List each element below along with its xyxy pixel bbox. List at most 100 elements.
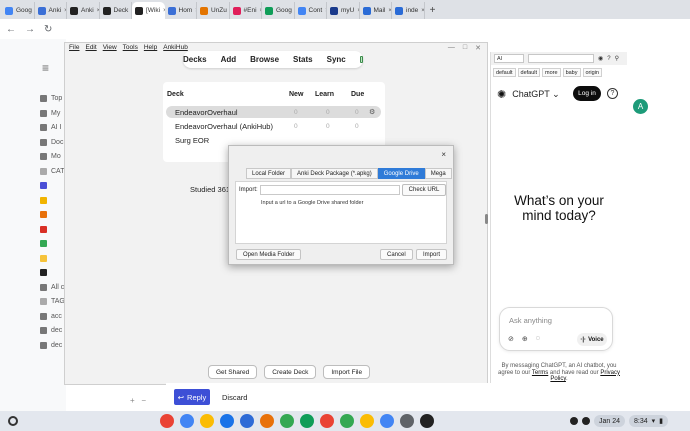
sidebar-item[interactable]: My [40,109,60,117]
sidebar-item[interactable] [40,182,51,189]
sync-status-icon[interactable] [359,56,363,63]
browser-tab[interactable]: Deck× [100,2,132,19]
deck-row[interactable]: EndeavorOverhaul 0 0 0 ⚙ [166,106,381,118]
sidebar-item[interactable]: Doc [40,138,63,146]
bulb-icon[interactable]: ◌ [536,335,540,343]
pin-icon[interactable]: ⚲ [615,55,619,62]
discard-button[interactable]: Discard [222,393,247,402]
shelf-app-icon[interactable] [340,414,354,428]
shelf-app-icon[interactable] [320,414,334,428]
help-icon[interactable]: ? [607,88,618,99]
sidebar-item[interactable]: CAT [40,167,64,175]
sidebar-item[interactable]: All c [40,283,64,291]
deck-name[interactable]: Surg EOR [175,136,209,145]
deck-name[interactable]: EndeavorOverhaul [175,108,238,117]
browser-tab[interactable]: Anki× [35,2,67,19]
shelf-app-icon[interactable] [220,414,234,428]
menu-view[interactable]: View [103,44,117,51]
import-button[interactable]: Import [416,249,448,260]
sidebar-item[interactable] [40,240,51,247]
sidebar-item[interactable]: Top [40,95,62,102]
browser-tab[interactable]: #Eni× [230,2,262,19]
new-tab-button[interactable]: + [425,2,441,19]
shelf-app-icon[interactable] [400,414,414,428]
import-url-input[interactable] [260,185,400,195]
sync-button[interactable]: Sync [327,55,346,64]
scrollbar-handle[interactable] [485,214,488,224]
browser-tab[interactable]: inde × [392,2,425,19]
cancel-button[interactable]: Cancel [380,249,413,260]
deck-options-gear-icon[interactable]: ⚙ [369,108,375,116]
decks-button[interactable]: Decks [183,55,207,64]
sidebar-item[interactable] [40,211,51,218]
sidebar-item[interactable] [40,196,51,204]
prompt-tag[interactable]: baby [562,68,581,77]
check-url-button[interactable]: Check URL [402,184,446,196]
menu-file[interactable]: File [69,44,79,51]
sidebar-item[interactable]: TAG [40,298,65,305]
maximize-icon[interactable]: □ [463,44,467,52]
settings-icon[interactable]: ◉ [598,55,603,62]
prompt-tag[interactable]: more [542,68,561,77]
date-pill[interactable]: Jan 24 [594,415,626,427]
sidebar-item[interactable] [40,254,51,262]
sidebar-item[interactable]: acc [40,312,62,320]
menu-edit[interactable]: Edit [85,44,96,51]
import-file-button[interactable]: Import File [323,365,371,379]
notification-icon[interactable] [582,417,590,425]
terms-link[interactable]: Terms [532,370,548,376]
shelf-app-icon[interactable] [180,414,194,428]
browser-tab[interactable]: Mail × [360,2,392,19]
browser-tab[interactable]: Anki× [67,2,100,19]
browser-tab[interactable]: myU× [327,2,360,19]
tab-google-drive[interactable]: Google Drive [377,168,425,179]
menu-help[interactable]: Help [144,44,157,51]
back-icon[interactable]: ← [6,24,16,35]
sidebar-item[interactable]: Mo [40,153,61,160]
attach-icon[interactable]: ⊘ [508,335,514,343]
prompt-tag[interactable]: default [493,68,516,77]
hamburger-icon[interactable]: ≡ [42,61,49,75]
tab-mega[interactable]: Mega [424,168,452,179]
create-deck-button[interactable]: Create Deck [264,365,317,379]
menu-tools[interactable]: Tools [123,44,138,51]
deck-row[interactable]: EndeavorOverhaul (AnkiHub) 0 0 0 [166,120,381,132]
sidebar-item[interactable]: dec [40,341,62,349]
sidebar-item[interactable] [40,225,51,233]
browser-tab[interactable]: Cont× [295,2,327,19]
shelf-app-icon[interactable] [200,414,214,428]
shelf-app-icon[interactable] [360,414,374,428]
sidebar-item[interactable] [40,269,51,276]
browser-tab[interactable]: Goog× [2,2,35,19]
browser-tab[interactable]: Hom× [165,2,197,19]
ask-box[interactable]: Ask anything ⊘ ⊕ ◌ ·|· Voice [499,307,613,351]
tab-anki-deck-package-apkg-[interactable]: Anki Deck Package (*.apkg) [291,168,378,179]
tab-local-folder[interactable]: Local Folder [246,168,292,179]
shelf-app-icon[interactable] [380,414,394,428]
shelf-app-icon[interactable] [420,414,434,428]
open-media-folder-button[interactable]: Open Media Folder [236,249,302,260]
profile-avatar[interactable]: A [633,99,648,114]
add-button[interactable]: Add [221,55,237,64]
ask-input[interactable]: Ask anything [509,316,552,325]
add-icon[interactable]: + − [130,396,146,405]
sidebar-item[interactable]: AI I [40,124,62,131]
menu-ankihub[interactable]: AnkiHub [163,44,188,51]
globe-icon[interactable]: ⊕ [522,335,528,343]
voice-button[interactable]: ·|· Voice [577,333,607,346]
model-selector[interactable]: ChatGPT ⌄ [512,89,559,100]
deck-name[interactable]: EndeavorOverhaul (AnkiHub) [175,122,273,131]
sidebar-item[interactable]: dec [40,327,62,334]
browse-button[interactable]: Browse [250,55,279,64]
help-small-icon[interactable]: ? [607,56,610,62]
screen-capture-icon[interactable] [570,417,578,425]
prompt-field[interactable]: AI [494,54,524,63]
forward-icon[interactable]: → [25,24,35,35]
get-shared-button[interactable]: Get Shared [208,365,258,379]
minimize-icon[interactable]: — [448,44,455,52]
log-in-button[interactable]: Log in [573,86,601,101]
dialog-close-icon[interactable]: × [441,150,446,159]
browser-tab[interactable]: UnZu× [197,2,230,19]
reload-icon[interactable]: ↻ [44,24,52,35]
shelf-app-icon[interactable] [300,414,314,428]
